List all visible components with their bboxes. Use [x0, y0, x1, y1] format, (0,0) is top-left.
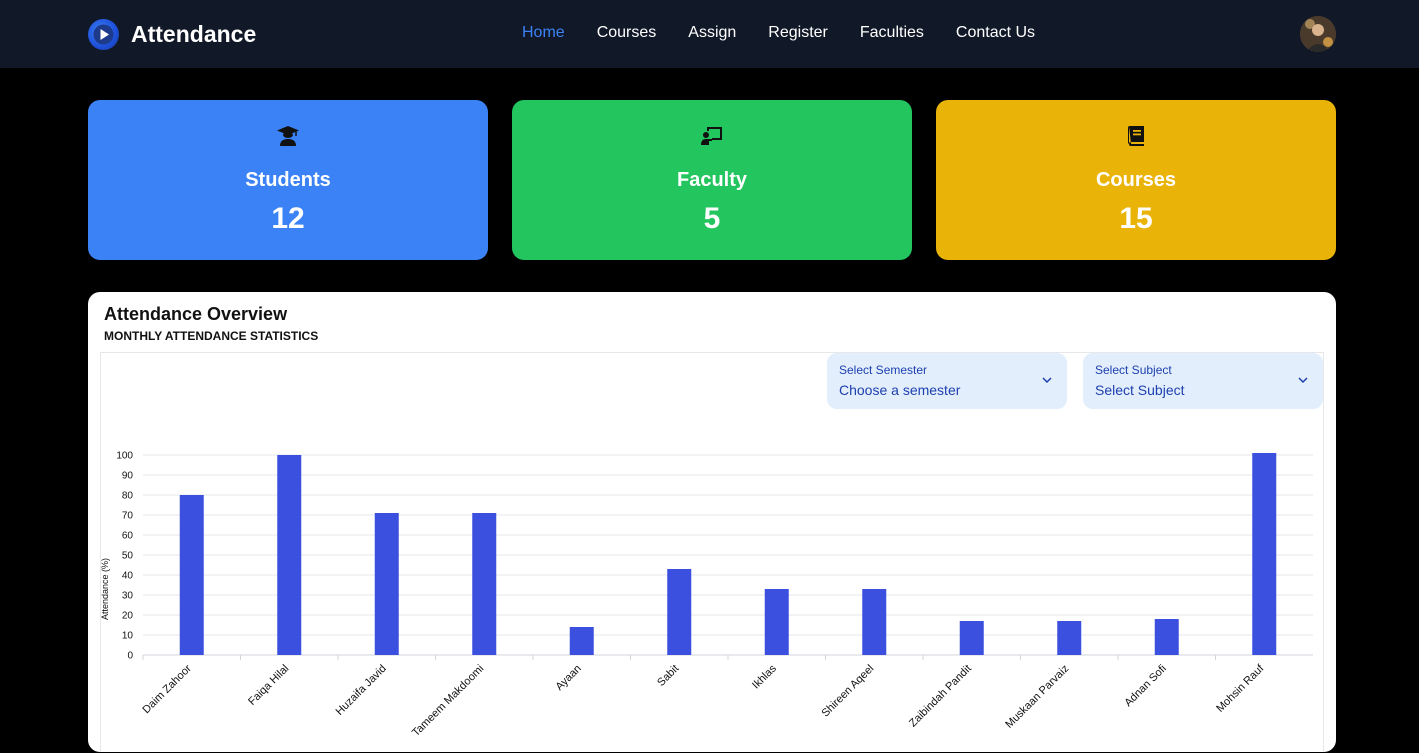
- play-logo-icon: [88, 18, 119, 50]
- subject-select-value: Select Subject: [1095, 382, 1185, 398]
- y-tick-label: 10: [122, 631, 134, 642]
- students-label: Students: [245, 169, 331, 191]
- y-tick-label: 20: [122, 611, 134, 622]
- y-tick-label: 30: [122, 591, 134, 602]
- faculty-card[interactable]: Faculty 5: [512, 100, 912, 260]
- x-tick-label: Mohsin Rauf: [1214, 662, 1267, 715]
- bar-shireen-aqeel[interactable]: [862, 589, 887, 655]
- attendance-overview-panel: Attendance Overview MONTHLY ATTENDANCE S…: [88, 292, 1336, 752]
- courses-label: Courses: [1095, 169, 1177, 191]
- teacher-icon: [701, 127, 722, 145]
- top-navbar: Attendance Home Courses Assign Register …: [0, 0, 1419, 68]
- x-tick-label: Sabit: [655, 663, 681, 689]
- x-tick-label: Shireen Aqeel: [819, 663, 876, 720]
- y-tick-label: 40: [122, 571, 134, 582]
- subject-select-label: Select Subject: [1095, 363, 1172, 377]
- chevron-down-icon: [1042, 377, 1052, 384]
- nav-courses[interactable]: Courses: [597, 24, 657, 46]
- subject-select[interactable]: Select Subject Select Subject: [1083, 353, 1323, 409]
- bar-faiqa-hilal[interactable]: [277, 455, 302, 655]
- x-tick-label: Ikhlas: [750, 662, 779, 691]
- y-tick-label: 60: [122, 531, 134, 542]
- faculty-count: 5: [703, 202, 721, 235]
- x-tick-label: Adnan Sofi: [1122, 663, 1169, 710]
- student-icon: [277, 126, 299, 146]
- semester-select[interactable]: Select Semester Choose a semester: [827, 353, 1067, 409]
- user-avatar[interactable]: [1300, 16, 1336, 52]
- x-tick-label: Tameem Makdoomi: [410, 663, 486, 739]
- book-icon: [1127, 126, 1144, 146]
- chevron-down-icon: [1298, 377, 1308, 384]
- bar-muskaan-parvaiz[interactable]: [1057, 621, 1082, 655]
- semester-select-value: Choose a semester: [839, 382, 961, 398]
- y-tick-label: 70: [122, 511, 134, 522]
- x-tick-label: Huzaifa Javid: [334, 663, 389, 718]
- nav-menu: Home Courses Assign Register Faculties C…: [522, 24, 1067, 46]
- panel-subtitle: MONTHLY ATTENDANCE STATISTICS: [104, 329, 319, 343]
- x-tick-label: Zaibindah Pandit: [907, 663, 974, 730]
- y-tick-label: 90: [122, 471, 134, 482]
- y-axis-title: Attendance (%): [101, 558, 110, 620]
- y-tick-label: 80: [122, 491, 134, 502]
- x-tick-label: Muskaan Parvaiz: [1003, 663, 1071, 731]
- bar-huzaifa-javid[interactable]: [374, 513, 399, 655]
- y-tick-label: 50: [122, 551, 134, 562]
- nav-contact-us[interactable]: Contact Us: [956, 24, 1035, 46]
- bar-ayaan[interactable]: [569, 627, 594, 655]
- courses-card[interactable]: Courses 15: [936, 100, 1336, 260]
- panel-title: Attendance Overview: [104, 304, 288, 324]
- bar-daim-zahoor[interactable]: [179, 495, 204, 655]
- semester-select-label: Select Semester: [839, 363, 928, 377]
- brand-name: Attendance: [131, 20, 257, 47]
- bar-adnan-sofi[interactable]: [1154, 619, 1179, 655]
- nav-assign[interactable]: Assign: [688, 24, 736, 46]
- bar-tameem-makdoomi[interactable]: [472, 513, 497, 655]
- x-tick-label: Ayaan: [553, 663, 583, 693]
- faculty-label: Faculty: [676, 169, 748, 191]
- bar-zaibindah-pandit[interactable]: [959, 621, 984, 655]
- nav-home[interactable]: Home: [522, 24, 565, 46]
- students-card[interactable]: Students 12: [88, 100, 488, 260]
- brand-link[interactable]: Attendance: [88, 18, 256, 50]
- courses-count: 15: [1119, 202, 1153, 235]
- chart-container: Select Semester Choose a semester Select…: [100, 352, 1324, 752]
- bar-sabit[interactable]: [667, 569, 692, 655]
- y-tick-label: 100: [116, 451, 133, 462]
- x-tick-label: Daim Zahoor: [140, 662, 194, 716]
- students-count: 12: [271, 202, 305, 235]
- x-tick-label: Faiqa Hilal: [246, 663, 291, 708]
- y-tick-label: 0: [127, 651, 133, 662]
- attendance-bar-chart: 0 10 20 30 40 50 60 70 80 90 100 Daim Zahoor Faiqa H…: [101, 451, 1313, 739]
- nav-faculties[interactable]: Faculties: [860, 24, 924, 46]
- bar-ikhlas[interactable]: [764, 589, 789, 655]
- bar-mohsin-rauf[interactable]: [1252, 453, 1277, 655]
- nav-register[interactable]: Register: [768, 24, 828, 46]
